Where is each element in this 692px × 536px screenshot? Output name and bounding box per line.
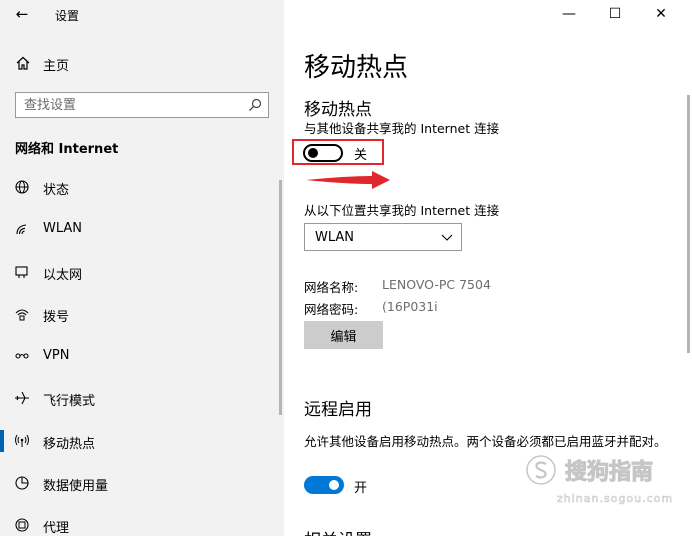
hotspot-toggle[interactable] xyxy=(303,144,343,162)
nav-home[interactable]: 主页 xyxy=(0,50,284,78)
share-from-label: 从以下位置共享我的 Internet 连接 xyxy=(304,203,500,218)
search-box[interactable] xyxy=(15,92,269,118)
ethernet-icon xyxy=(15,266,28,278)
watermark-text: 搜狗指南 xyxy=(564,460,654,486)
chevron-down-icon xyxy=(441,234,453,241)
network-password-label: 网络密码: xyxy=(304,302,359,317)
airplane-icon xyxy=(15,392,29,405)
back-arrow-icon: ← xyxy=(15,5,29,23)
minimize-button[interactable]: — xyxy=(546,0,592,30)
sidebar-item-label: 代理 xyxy=(43,521,70,536)
wifi-icon xyxy=(16,224,27,235)
sidebar-item-vpn[interactable]: VPN xyxy=(0,341,284,383)
sidebar-item-status[interactable]: 状态 xyxy=(0,172,284,214)
sidebar-item-label: WLAN xyxy=(43,221,83,237)
share-from-dropdown[interactable]: WLAN xyxy=(304,223,462,251)
proxy-icon xyxy=(15,518,29,532)
watermark: 搜狗指南 zhinan.sogou.com xyxy=(525,452,685,512)
search-input[interactable] xyxy=(24,96,239,114)
toggle-knob xyxy=(329,480,339,490)
sidebar-item-label: 拨号 xyxy=(43,309,70,325)
titlebar-left: ← 设置 xyxy=(0,0,284,30)
close-button[interactable]: ✕ xyxy=(638,0,684,30)
sidebar: ← 设置 主页 网络和 Internet 状态 WL xyxy=(0,0,284,536)
hotspot-toggle-label: 关 xyxy=(354,148,368,163)
sidebar-item-label: 飞行模式 xyxy=(43,394,96,410)
active-indicator xyxy=(0,429,4,452)
sidebar-item-label: 状态 xyxy=(43,183,70,198)
sogou-logo-icon xyxy=(526,455,556,485)
related-settings-heading: 相关设置 xyxy=(304,526,372,536)
sidebar-item-dialup[interactable]: 拨号 xyxy=(0,299,284,341)
network-name-label: 网络名称: xyxy=(304,280,359,295)
remote-description: 允许其他设备启用移动热点。两个设备必须都已启用蓝牙并配对。 xyxy=(304,434,667,449)
remote-heading: 远程启用 xyxy=(304,400,372,420)
remote-toggle[interactable] xyxy=(304,476,344,494)
sidebar-item-wlan[interactable]: WLAN xyxy=(0,214,284,256)
sidebar-item-proxy[interactable]: 代理 xyxy=(0,510,284,536)
sidebar-item-label: 以太网 xyxy=(43,267,83,283)
page-title: 移动热点 xyxy=(304,53,409,83)
vpn-icon xyxy=(15,353,29,359)
hotspot-heading: 移动热点 xyxy=(304,100,372,120)
back-button[interactable]: ← xyxy=(12,4,32,24)
minimize-icon: — xyxy=(562,6,576,22)
maximize-button[interactable]: ☐ xyxy=(592,0,638,30)
sidebar-item-data-usage[interactable]: 数据使用量 xyxy=(0,468,284,510)
data-usage-icon xyxy=(15,476,29,490)
nav-home-label: 主页 xyxy=(43,59,70,74)
sidebar-item-label: 移动热点 xyxy=(43,436,96,452)
sidebar-scrollbar[interactable] xyxy=(279,180,282,415)
remote-toggle-label: 开 xyxy=(354,481,368,496)
toggle-knob xyxy=(308,148,318,158)
edit-button[interactable]: 编辑 xyxy=(304,321,383,349)
nav-list: 状态 WLAN 以太网 拨号 VPN 飞行模式 移动热点 数据使用量 代理 xyxy=(0,172,284,536)
search-icon[interactable] xyxy=(248,98,262,112)
hotspot-icon xyxy=(15,434,29,447)
watermark-url: zhinan.sogou.com xyxy=(557,492,674,506)
dropdown-value: WLAN xyxy=(315,230,355,245)
content-scrollbar[interactable] xyxy=(687,95,690,353)
sidebar-item-label: 数据使用量 xyxy=(43,479,109,495)
sidebar-item-label: VPN xyxy=(43,348,70,364)
share-description: 与其他设备共享我的 Internet 连接 xyxy=(304,121,500,136)
window-controls: — ☐ ✕ xyxy=(552,0,692,30)
home-icon xyxy=(16,56,30,70)
app-title: 设置 xyxy=(55,9,80,23)
sidebar-item-airplane[interactable]: 飞行模式 xyxy=(0,383,284,425)
dialup-icon xyxy=(15,309,29,321)
maximize-icon: ☐ xyxy=(608,6,622,22)
close-icon: ✕ xyxy=(655,6,667,22)
network-name-value: LENOVO-PC 7504 xyxy=(382,277,491,292)
network-password-value: (16P031i xyxy=(382,299,438,314)
red-arrow-icon xyxy=(306,171,390,189)
sidebar-item-ethernet[interactable]: 以太网 xyxy=(0,257,284,299)
section-heading: 网络和 Internet xyxy=(15,142,119,157)
globe-icon xyxy=(15,180,29,194)
sidebar-item-hotspot[interactable]: 移动热点 xyxy=(0,426,284,468)
